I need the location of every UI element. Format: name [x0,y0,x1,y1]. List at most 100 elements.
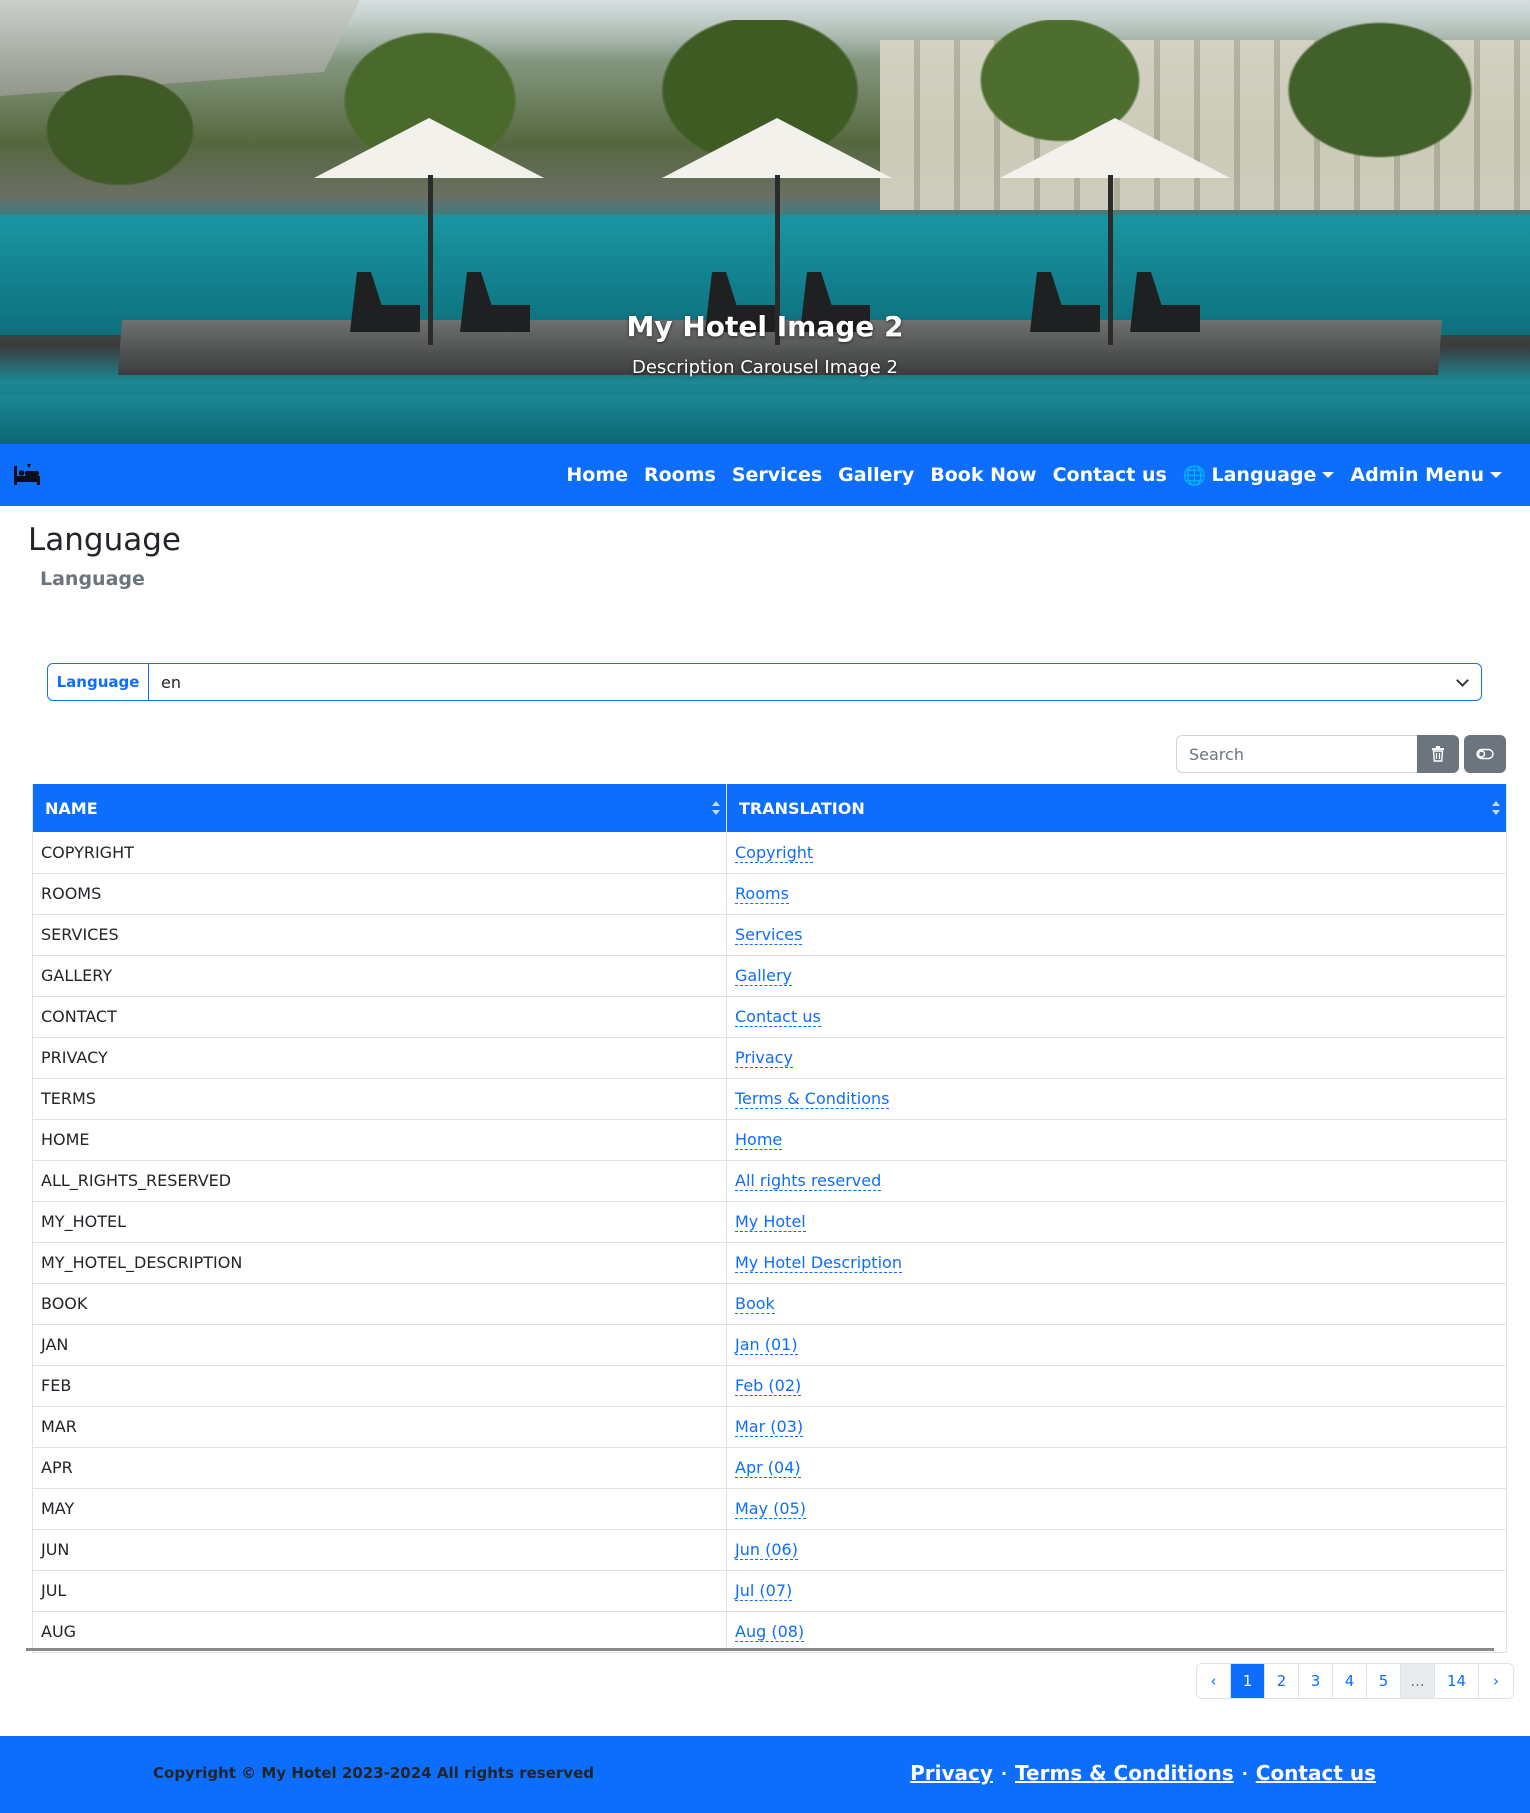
nav-rooms[interactable]: Rooms [636,464,724,486]
pagination-prev[interactable]: ‹ [1197,1664,1231,1698]
toggle-view-button[interactable] [1464,735,1506,773]
row-name: COPYRIGHT [32,832,727,874]
row-translation-editable[interactable]: Aug (08) [735,1622,805,1642]
carousel-description: Description Carousel Image 2 [632,357,898,378]
nav-contact-us[interactable]: Contact us [1045,464,1175,486]
row-translation-editable[interactable]: Jan (01) [735,1335,798,1355]
row-name: MY_HOTEL [32,1201,727,1243]
caret-down-icon [1490,472,1502,478]
row-translation-editable[interactable]: Terms & Conditions [735,1089,890,1109]
row-name: JUL [32,1570,727,1612]
nav-services[interactable]: Services [724,464,830,486]
table-row: CONTACT Contact us [32,996,1507,1038]
row-name: MY_HOTEL_DESCRIPTION [32,1242,727,1284]
footer-contact-link[interactable]: Contact us [1256,1761,1376,1785]
pagination-page-last[interactable]: 14 [1435,1664,1479,1698]
search-input[interactable]: Search [1176,735,1417,773]
row-translation-editable[interactable]: Apr (04) [735,1458,801,1478]
row-translation-cell: Services [726,914,1507,956]
hero-carousel[interactable]: My Hotel Image 2 Description Carousel Im… [0,0,1530,444]
column-header-translation[interactable]: TRANSLATION [726,784,1507,832]
column-header-name-label: NAME [45,798,98,818]
row-name: MAY [32,1488,727,1530]
table-row: TERMS Terms & Conditions [32,1078,1507,1120]
pagination-next[interactable]: › [1479,1664,1513,1698]
table-bottom-border [26,1648,1494,1651]
row-translation-cell: Apr (04) [726,1447,1507,1489]
toggle-icon [1476,748,1494,760]
row-translation-editable[interactable]: Jul (07) [735,1581,793,1601]
row-translation-editable[interactable]: All rights reserved [735,1171,882,1191]
nav-language-dropdown[interactable]: 🌐 Language [1175,464,1343,487]
language-select-label: Language [48,664,149,700]
column-header-translation-label: TRANSLATION [739,798,865,818]
footer-separator: · [1000,1763,1008,1783]
row-translation-cell: My Hotel Description [726,1242,1507,1284]
row-translation-cell: Rooms [726,873,1507,915]
row-translation-cell: Jul (07) [726,1570,1507,1612]
row-translation-editable[interactable]: My Hotel [735,1212,806,1232]
hotel-bed-icon[interactable] [13,462,41,488]
row-translation-editable[interactable]: Copyright [735,842,814,863]
nav-gallery[interactable]: Gallery [830,464,922,486]
row-translation-editable[interactable]: Services [735,925,803,945]
carousel-title: My Hotel Image 2 [626,310,904,343]
row-translation-cell: My Hotel [726,1201,1507,1243]
row-translation-cell: All rights reserved [726,1160,1507,1202]
row-translation-editable[interactable]: Book [735,1294,775,1314]
row-translation-editable[interactable]: Feb (02) [735,1376,802,1396]
row-translation-editable[interactable]: Gallery [735,966,792,986]
row-name: HOME [32,1119,727,1161]
pagination-page-2[interactable]: 2 [1265,1664,1299,1698]
row-translation-cell: Terms & Conditions [726,1078,1507,1120]
table-header-row: NAME TRANSLATION [32,784,1507,832]
row-translation-editable[interactable]: May (05) [735,1499,807,1519]
row-name: MAR [32,1406,727,1448]
pagination-page-5[interactable]: 5 [1367,1664,1401,1698]
table-row: JAN Jan (01) [32,1324,1507,1366]
row-name: PRIVACY [32,1037,727,1079]
column-header-name[interactable]: NAME [32,784,727,832]
sort-icon [1492,801,1500,815]
table-row: HOME Home [32,1119,1507,1161]
table-row: MAY May (05) [32,1488,1507,1530]
footer-copyright: Copyright © My Hotel 2023-2024 All right… [153,1764,594,1782]
row-name: JUN [32,1529,727,1571]
pagination-ellipsis: ... [1401,1664,1435,1698]
row-translation-editable[interactable]: Jun (06) [735,1540,798,1560]
language-select[interactable]: en [149,664,1481,700]
page-title: Language [28,522,181,558]
row-translation-editable[interactable]: Privacy [735,1048,793,1068]
row-translation-editable[interactable]: Home [735,1130,783,1150]
footer: Copyright © My Hotel 2023-2024 All right… [0,1736,1530,1813]
row-translation-editable[interactable]: Rooms [735,884,789,904]
row-translation-cell: May (05) [726,1488,1507,1530]
main-navbar: Home Rooms Services Gallery Book Now Con… [0,444,1530,506]
page-subtitle: Language [40,568,145,590]
sort-icon [712,801,720,815]
pagination-page-4[interactable]: 4 [1333,1664,1367,1698]
row-name: FEB [32,1365,727,1407]
row-name: AUG [32,1611,727,1653]
row-translation-editable[interactable]: Mar (03) [735,1417,804,1437]
nav-book-now[interactable]: Book Now [922,464,1044,486]
clear-search-button[interactable] [1417,735,1459,773]
row-name: TERMS [32,1078,727,1120]
table-row: JUL Jul (07) [32,1570,1507,1612]
pagination-page-3[interactable]: 3 [1299,1664,1333,1698]
pagination-page-1[interactable]: 1 [1231,1664,1265,1698]
table-row: COPYRIGHT Copyright [32,832,1507,874]
table-row: APR Apr (04) [32,1447,1507,1489]
row-name: JAN [32,1324,727,1366]
table-row: PRIVACY Privacy [32,1037,1507,1079]
pagination: ‹ 1 2 3 4 5 ... 14 › [1196,1663,1514,1699]
footer-terms-link[interactable]: Terms & Conditions [1015,1761,1234,1785]
table-row: GALLERY Gallery [32,955,1507,997]
row-translation-editable[interactable]: My Hotel Description [735,1253,902,1273]
row-translation-cell: Privacy [726,1037,1507,1079]
nav-home[interactable]: Home [558,464,636,486]
row-translation-editable[interactable]: Contact us [735,1007,821,1027]
footer-privacy-link[interactable]: Privacy [910,1761,993,1785]
nav-admin-menu-dropdown[interactable]: Admin Menu [1342,464,1510,486]
nav-admin-menu-label: Admin Menu [1350,464,1484,486]
